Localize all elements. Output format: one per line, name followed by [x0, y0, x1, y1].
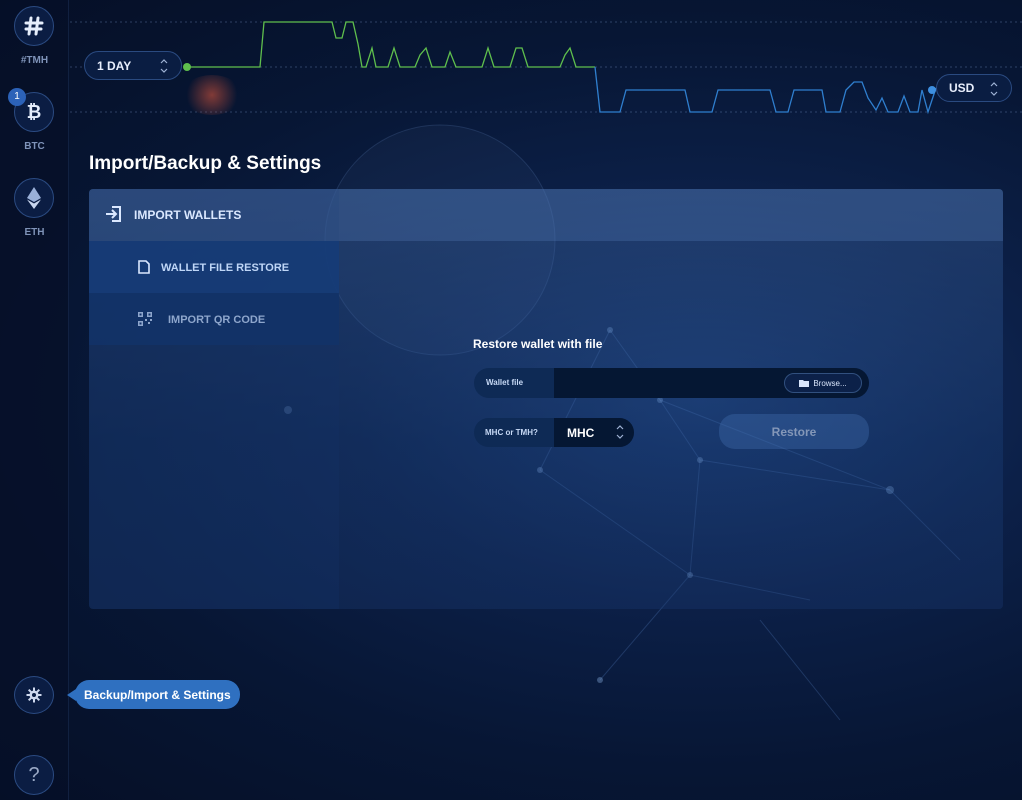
panel-header: IMPORT WALLETS [89, 189, 1003, 241]
coin-type-field: MHC or TMH? MHC [474, 418, 634, 447]
help-icon: ? [28, 763, 40, 786]
import-panel: IMPORT WALLETS WALLET FILE RESTORE IMPOR… [89, 189, 1003, 609]
btc-notification-badge: 1 [8, 88, 26, 106]
browse-label: Browse... [813, 378, 847, 388]
menu-item-label: IMPORT QR CODE [168, 314, 266, 326]
help-button[interactable]: ? [14, 755, 54, 795]
menu-item-import-qr-code[interactable]: IMPORT QR CODE [89, 293, 339, 345]
period-select[interactable]: 1 DAY [84, 51, 182, 80]
menu-item-wallet-file-restore[interactable]: WALLET FILE RESTORE [89, 241, 339, 293]
wallet-file-label: Wallet file [486, 378, 524, 387]
svg-text:₿: ₿ [27, 102, 42, 123]
folder-icon [799, 380, 810, 387]
import-icon [106, 206, 121, 222]
coin-type-select[interactable]: MHC [554, 418, 634, 447]
restore-button[interactable]: Restore [719, 414, 869, 449]
file-icon [138, 260, 150, 274]
chart-end-dot [928, 86, 936, 94]
currency-select[interactable]: USD [936, 74, 1012, 102]
period-value: 1 DAY [97, 58, 132, 73]
browse-button[interactable]: Browse... [784, 373, 862, 393]
gear-icon [26, 687, 42, 703]
coin-type-value: MHC [567, 425, 595, 440]
form-title: Restore wallet with file [473, 337, 603, 351]
coin-label-tmh: #TMH [20, 55, 49, 66]
bitcoin-icon: ₿ [27, 102, 42, 123]
panel-header-title: IMPORT WALLETS [134, 208, 242, 222]
settings-button[interactable] [14, 676, 54, 714]
price-line-up [187, 21, 595, 68]
coin-label-btc: BTC [24, 141, 45, 152]
price-line-down [594, 66, 937, 115]
hashtag-icon [24, 16, 44, 36]
coin-type-label: MHC or TMH? [485, 428, 538, 437]
spinner-arrows-icon [990, 82, 998, 96]
page-title: Import/Backup & Settings [89, 153, 322, 174]
chart-glow [182, 75, 242, 115]
spinner-arrows-icon [616, 425, 624, 439]
currency-value: USD [949, 81, 975, 95]
chart-start-dot [183, 63, 191, 71]
coin-label-eth: ETH [24, 227, 45, 238]
ethereum-icon [27, 187, 41, 209]
qr-code-icon [138, 312, 152, 326]
spinner-arrows-icon [160, 59, 168, 73]
coin-tmh-button[interactable] [14, 6, 54, 46]
sidebar: #TMH ₿ 1 BTC ETH ? [0, 0, 69, 800]
settings-tooltip: Backup/Import & Settings [75, 680, 240, 709]
coin-eth-button[interactable] [14, 178, 54, 218]
menu-item-label: WALLET FILE RESTORE [161, 262, 290, 274]
